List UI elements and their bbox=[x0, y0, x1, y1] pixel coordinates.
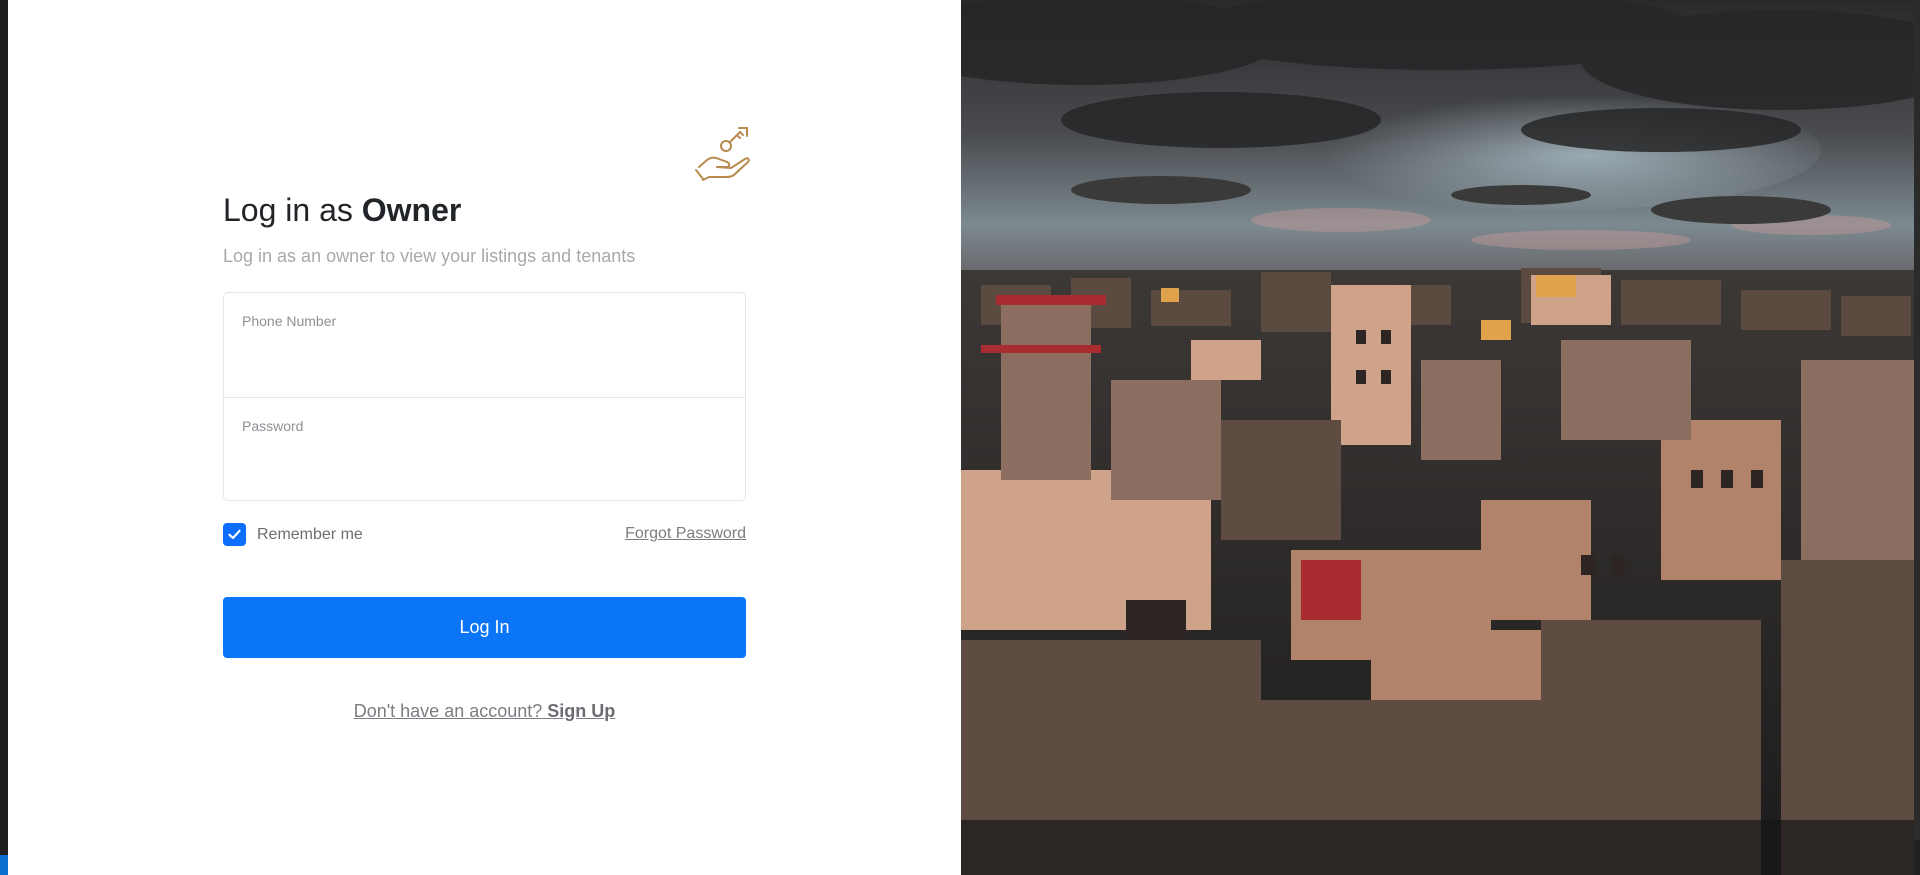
phone-field-label: Phone Number bbox=[242, 313, 337, 329]
password-field[interactable]: Password bbox=[224, 397, 745, 501]
forgot-password-link[interactable]: Forgot Password bbox=[625, 525, 746, 543]
phone-input[interactable] bbox=[242, 343, 727, 373]
scrollbar-thumb[interactable] bbox=[1914, 0, 1920, 840]
checkmark-icon bbox=[228, 529, 241, 540]
login-form: Log in as Owner Log in as an owner to vi… bbox=[223, 190, 746, 722]
window-edge-left bbox=[0, 0, 8, 875]
signup-prompt: Don't have an account? Sign Up bbox=[223, 701, 746, 722]
remember-me[interactable]: Remember me bbox=[223, 523, 363, 546]
login-panel: Log in as Owner Log in as an owner to vi… bbox=[8, 0, 961, 875]
signup-link[interactable]: Sign Up bbox=[547, 701, 615, 721]
page-subtitle: Log in as an owner to view your listings… bbox=[223, 246, 636, 266]
hand-holding-key-icon bbox=[695, 127, 750, 181]
password-input[interactable] bbox=[242, 448, 727, 478]
city-skyline-image bbox=[961, 0, 1914, 875]
remember-me-label: Remember me bbox=[257, 525, 363, 543]
options-row: Remember me Forgot Password bbox=[223, 523, 746, 547]
login-button[interactable]: Log In bbox=[223, 597, 746, 658]
city-photo bbox=[961, 0, 1914, 875]
title-emphasis: Owner bbox=[361, 192, 462, 228]
scrollbar-track[interactable] bbox=[1914, 0, 1920, 875]
taskbar-indicator bbox=[0, 855, 8, 875]
signup-prompt-text: Don't have an account? bbox=[353, 701, 543, 721]
page-title: Log in as Owner bbox=[223, 190, 746, 230]
credentials-fields: Phone Number Password bbox=[223, 292, 746, 501]
remember-me-checkbox[interactable] bbox=[223, 523, 246, 546]
phone-field[interactable]: Phone Number bbox=[224, 293, 745, 397]
title-prefix: Log in as bbox=[223, 192, 353, 228]
password-field-label: Password bbox=[242, 418, 304, 434]
